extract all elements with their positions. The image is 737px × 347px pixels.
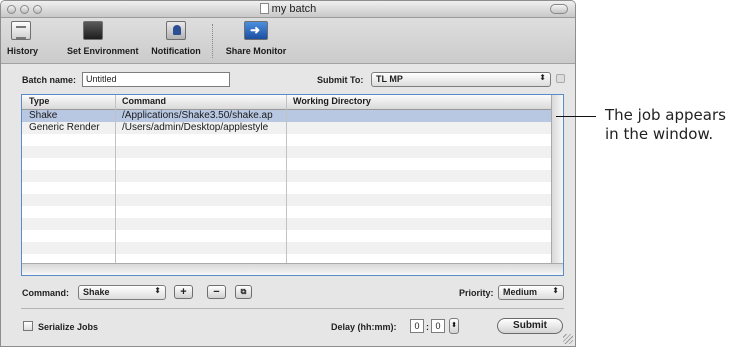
toolbar-notification-label: Notification (151, 46, 201, 56)
column-header-command[interactable]: Command (122, 96, 166, 106)
column-divider (286, 95, 287, 263)
toolbar-share-monitor-label: Share Monitor (225, 46, 287, 56)
priority-label: Priority: (459, 288, 494, 298)
delay-separator: : (426, 322, 429, 332)
command-row: Command: Shake ⬍ + − ⧉ Priority: Medium … (1, 281, 575, 305)
callout-line (556, 116, 596, 117)
toolbar-history-label: History (7, 46, 39, 56)
submit-to-popup[interactable]: TL MP ⬍ (371, 72, 551, 87)
horizontal-scrollbar[interactable] (22, 263, 563, 275)
column-header-type[interactable]: Type (29, 96, 49, 106)
batch-name-label: Batch name: (22, 75, 77, 85)
batch-window: my batch History Set Environment Notific… (0, 0, 576, 347)
serialize-jobs-label: Serialize Jobs (38, 322, 99, 332)
priority-value: Medium (503, 287, 538, 297)
batch-name-row: Batch name: Untitled Submit To: TL MP ⬍ (1, 65, 575, 90)
resize-grip-icon[interactable] (563, 334, 573, 344)
window-title-text: my batch (271, 3, 317, 15)
cell-command: /Users/admin/Desktop/applestyle (122, 122, 269, 133)
delay-label: Delay (hh:mm): (331, 322, 397, 332)
stepper-arrows-icon: ⬍ (451, 322, 457, 329)
duplicate-job-button[interactable]: ⧉ (235, 285, 252, 299)
delay-stepper[interactable]: ⬍ (449, 318, 459, 334)
lock-icon[interactable] (556, 74, 565, 83)
environment-icon (83, 21, 103, 40)
cell-type: Shake (29, 110, 58, 121)
add-job-button[interactable]: + (174, 285, 193, 299)
duplicate-icon: ⧉ (240, 287, 247, 296)
column-divider (115, 95, 116, 263)
toolbar-toggle-button[interactable] (550, 4, 568, 14)
toolbar-set-environment-button[interactable]: Set Environment (67, 21, 153, 56)
document-icon (259, 3, 269, 14)
command-label: Command: (22, 288, 69, 298)
remove-job-button[interactable]: − (207, 285, 226, 299)
column-header-working-directory[interactable]: Working Directory (293, 96, 371, 106)
callout-line-2: in the window. (605, 125, 714, 143)
callout-line-1: The job appears (605, 106, 726, 124)
section-divider (21, 308, 564, 309)
delay-hours-field[interactable]: 0 (410, 319, 424, 333)
toolbar-separator (212, 24, 213, 58)
window-title: my batch (1, 3, 575, 15)
vertical-scrollbar[interactable] (551, 95, 563, 263)
cell-type: Generic Render (29, 122, 100, 133)
callout: The job appears in the window. (605, 106, 737, 144)
priority-popup[interactable]: Medium ⬍ (498, 285, 564, 300)
toolbar-notification-button[interactable]: Notification (148, 21, 204, 56)
job-table: Type Command Working Directory Shake/App… (21, 94, 564, 276)
history-icon (11, 21, 31, 40)
command-value: Shake (83, 287, 110, 297)
popup-arrows-icon: ⬍ (539, 73, 546, 82)
cell-command: /Applications/Shake3.50/shake.ap (122, 110, 273, 121)
submit-button[interactable]: Submit (497, 318, 563, 334)
serialize-jobs-checkbox[interactable] (23, 321, 33, 331)
command-popup[interactable]: Shake ⬍ (78, 285, 166, 300)
batch-name-field[interactable]: Untitled (82, 72, 230, 87)
popup-arrows-icon: ⬍ (552, 286, 559, 295)
toolbar-set-environment-label: Set Environment (67, 46, 139, 56)
notification-icon (166, 21, 186, 40)
submit-row: Serialize Jobs Delay (hh:mm): 0 : 0 ⬍ Su… (1, 315, 575, 339)
share-monitor-icon (244, 21, 268, 40)
delay-minutes-field[interactable]: 0 (431, 319, 445, 333)
popup-arrows-icon: ⬍ (154, 286, 161, 295)
toolbar-share-monitor-button[interactable]: Share Monitor (222, 21, 290, 56)
submit-to-label: Submit To: (317, 75, 364, 85)
title-bar[interactable]: my batch (1, 1, 575, 18)
submit-to-value: TL MP (376, 74, 403, 84)
toolbar-history-button[interactable]: History (7, 21, 39, 56)
toolbar: History Set Environment Notification Sha… (1, 18, 575, 64)
